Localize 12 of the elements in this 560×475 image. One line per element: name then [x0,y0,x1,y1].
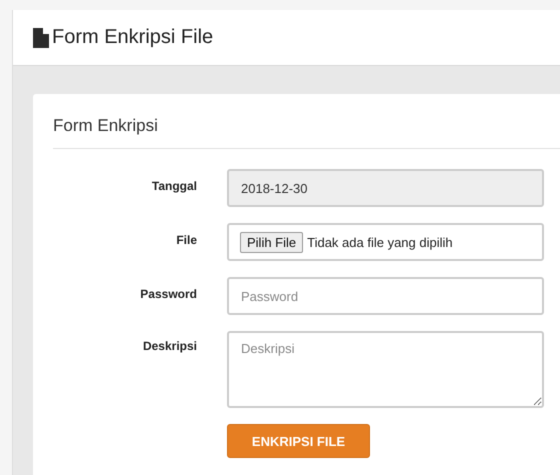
file-status: Tidak ada file yang dipilih [307,234,453,250]
password-field[interactable]: Password [227,277,544,315]
choose-file-button[interactable]: Pilih File [240,232,304,252]
card-title: Form Enkripsi [53,116,560,149]
field-label: Tanggal [150,178,197,195]
file-field[interactable]: Pilih File Tidak ada file yang dipilih [227,223,544,261]
document-icon [33,28,49,48]
field-label: File [175,232,197,249]
description-field[interactable]: Deskripsi [227,331,544,408]
page-title: Form Enkripsi File [52,26,214,49]
field-label: Password [139,286,197,303]
field-label: Deskripsi [142,338,197,355]
